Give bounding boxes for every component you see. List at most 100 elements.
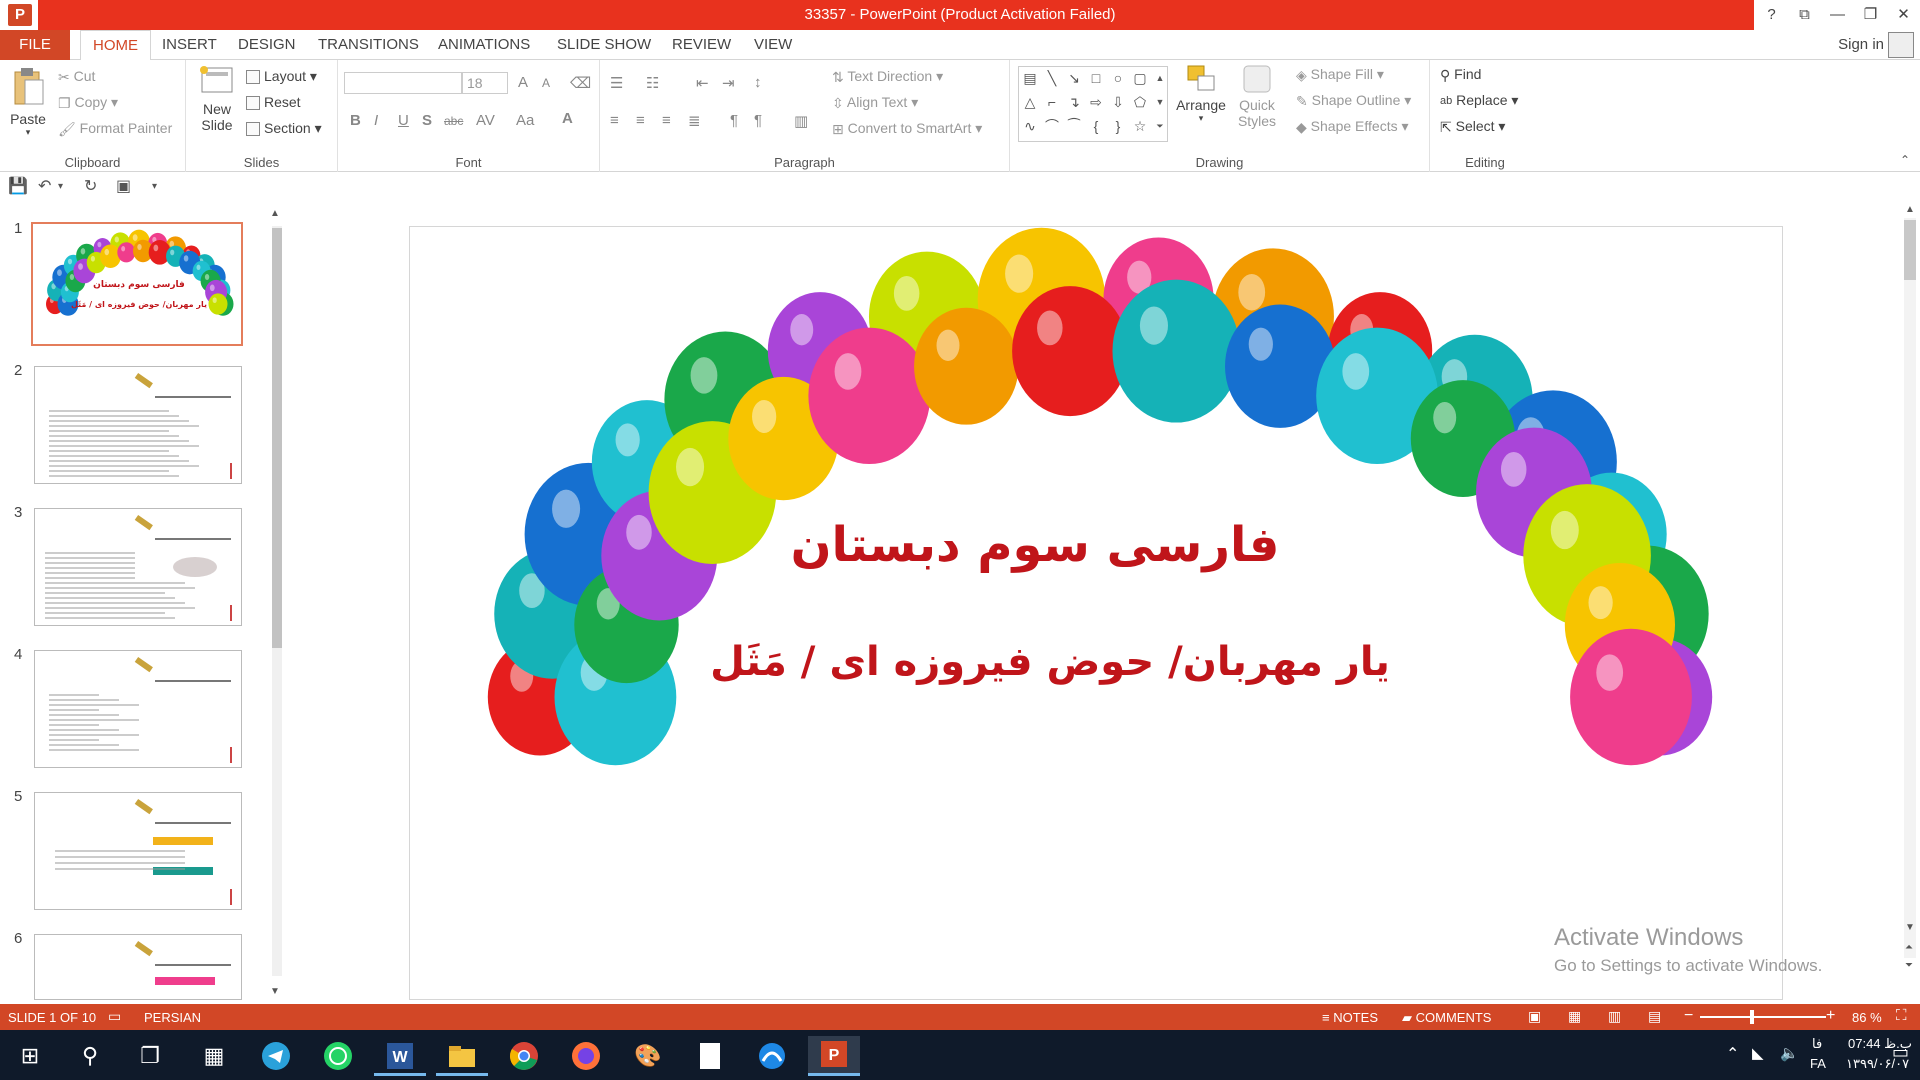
- clear-formatting-icon[interactable]: ⌫: [570, 74, 591, 92]
- task-view-icon[interactable]: ❐: [124, 1036, 176, 1076]
- search-icon[interactable]: ⚲: [64, 1036, 116, 1076]
- network-icon[interactable]: ◣: [1752, 1044, 1764, 1062]
- slide-thumbnail-2[interactable]: [34, 366, 242, 484]
- paint-icon[interactable]: 🎨: [622, 1036, 674, 1076]
- sign-in-link[interactable]: Sign in: [1838, 30, 1884, 60]
- bold-button[interactable]: B: [350, 112, 361, 129]
- undo-icon[interactable]: ↶: [38, 176, 51, 196]
- section-button[interactable]: Section ▾: [246, 120, 322, 137]
- strikethrough-button[interactable]: abc: [444, 114, 463, 128]
- select-button[interactable]: ⇱ Select ▾: [1440, 118, 1505, 136]
- oval-shape-icon[interactable]: ○: [1109, 69, 1127, 87]
- ribbon-display-options-icon[interactable]: ⧉: [1788, 0, 1821, 30]
- file-explorer-icon[interactable]: [436, 1036, 488, 1076]
- slide-title[interactable]: فارسی سوم دبستان: [740, 517, 1330, 573]
- reading-view-icon[interactable]: ▥: [1608, 1008, 1621, 1025]
- zoom-level[interactable]: 86 %: [1852, 1010, 1882, 1025]
- show-hidden-icons-icon[interactable]: ⌃: [1726, 1044, 1739, 1064]
- underline-button[interactable]: U: [398, 112, 409, 129]
- italic-button[interactable]: I: [374, 112, 378, 129]
- slideshow-view-icon[interactable]: ▤: [1648, 1008, 1661, 1025]
- pentagon-shape-icon[interactable]: ⬠: [1131, 93, 1149, 111]
- increase-indent-icon[interactable]: ⇥: [722, 74, 735, 92]
- new-slide-button[interactable]: New Slide: [194, 64, 240, 133]
- textbox-shape-icon[interactable]: ▤: [1021, 69, 1039, 87]
- comments-button[interactable]: ▰ COMMENTS: [1402, 1010, 1491, 1026]
- down-arrow-shape-icon[interactable]: ⇩: [1109, 93, 1127, 111]
- fit-slide-icon[interactable]: ⛶: [1896, 1007, 1907, 1024]
- slide-thumbnail-5[interactable]: [34, 792, 242, 910]
- copy-button[interactable]: ❐ Copy ▾: [58, 94, 118, 112]
- slide-thumbnail-3[interactable]: [34, 508, 242, 626]
- normal-view-icon[interactable]: ▣: [1528, 1008, 1541, 1025]
- layout-button[interactable]: Layout ▾: [246, 68, 317, 85]
- thumbnail-scrollbar[interactable]: ▲ ▼: [268, 206, 286, 1000]
- star-shape-icon[interactable]: ☆: [1131, 117, 1149, 135]
- arrow-line-shape-icon[interactable]: ↘: [1065, 69, 1083, 87]
- gallery-up-icon[interactable]: ▲: [1151, 69, 1169, 87]
- slide-thumbnail-4[interactable]: [34, 650, 242, 768]
- slide-scrollbar[interactable]: ▲ ▼ ⏶ ⏷: [1900, 200, 1920, 1000]
- calculator-icon[interactable]: ▦: [188, 1036, 240, 1076]
- tab-insert[interactable]: INSERT: [150, 30, 229, 60]
- tab-animations[interactable]: ANIMATIONS: [426, 30, 542, 60]
- notepad-icon[interactable]: [684, 1036, 736, 1076]
- paste-button[interactable]: Paste ▾: [6, 66, 50, 138]
- restore-icon[interactable]: ❐: [1854, 0, 1887, 30]
- shadow-button[interactable]: S: [422, 112, 432, 129]
- quick-styles-button[interactable]: Quick Styles: [1232, 64, 1282, 129]
- customize-qat-icon[interactable]: ▾: [152, 181, 157, 192]
- right-arrow-shape-icon[interactable]: ⇨: [1087, 93, 1105, 111]
- redo-icon[interactable]: ↻: [84, 176, 97, 196]
- tab-home[interactable]: HOME: [80, 30, 151, 61]
- font-name-combo[interactable]: [344, 72, 462, 94]
- replace-button[interactable]: ab Replace ▾: [1440, 92, 1518, 109]
- tab-design[interactable]: DESIGN: [226, 30, 308, 60]
- tab-transitions[interactable]: TRANSITIONS: [306, 30, 431, 60]
- scroll-up-icon[interactable]: ▲: [1905, 204, 1915, 215]
- columns-icon[interactable]: ▥: [794, 112, 808, 130]
- align-center-icon[interactable]: ≡: [636, 112, 645, 129]
- tab-file[interactable]: FILE: [0, 30, 70, 60]
- reset-button[interactable]: Reset: [246, 94, 301, 111]
- windows-start-icon[interactable]: ⊞: [4, 1036, 56, 1076]
- gallery-more-icon[interactable]: ⏷: [1151, 117, 1169, 135]
- freeform-shape-icon[interactable]: ∿: [1021, 117, 1039, 135]
- slide-sorter-icon[interactable]: ▦: [1568, 1008, 1581, 1025]
- telegram-icon[interactable]: [250, 1036, 302, 1076]
- avatar[interactable]: [1888, 32, 1914, 58]
- arrange-button[interactable]: Arrange ▾: [1176, 64, 1226, 124]
- triangle-shape-icon[interactable]: △: [1021, 93, 1039, 111]
- slide-counter[interactable]: SLIDE 1 OF 10: [8, 1010, 96, 1025]
- rounded-rect-shape-icon[interactable]: ▢: [1131, 69, 1149, 87]
- undo-dropdown-icon[interactable]: ▾: [58, 181, 63, 192]
- notifications-icon[interactable]: ▭: [1892, 1042, 1909, 1063]
- tab-view[interactable]: VIEW: [742, 30, 804, 60]
- zoom-in-button[interactable]: +: [1826, 1007, 1835, 1025]
- previous-slide-icon[interactable]: ⏶: [1905, 942, 1913, 953]
- align-right-icon[interactable]: ≡: [662, 112, 671, 129]
- whatsapp-icon[interactable]: [312, 1036, 364, 1076]
- minimize-icon[interactable]: —: [1821, 0, 1854, 30]
- zoom-out-button[interactable]: −: [1684, 1007, 1693, 1025]
- arc-shape-icon[interactable]: ⌒: [1043, 117, 1061, 135]
- align-text-button[interactable]: ⇳ Align Text ▾: [832, 94, 918, 112]
- powerpoint-taskbar-icon[interactable]: P: [808, 1036, 860, 1076]
- slide-thumbnail-6[interactable]: [34, 934, 242, 1000]
- collapse-ribbon-icon[interactable]: ⌃: [1900, 153, 1910, 167]
- slide-subtitle[interactable]: یار مهربان/ حوض فیروزه ای / مَثَل: [690, 639, 1410, 685]
- align-left-icon[interactable]: ≡: [610, 112, 619, 129]
- justify-icon[interactable]: ≣: [688, 112, 701, 130]
- save-icon[interactable]: 💾: [8, 176, 28, 196]
- font-color-button[interactable]: A: [562, 110, 573, 127]
- spell-check-icon[interactable]: ▭: [108, 1008, 121, 1025]
- scroll-thumb[interactable]: [1904, 220, 1916, 280]
- find-button[interactable]: ⚲ Find: [1440, 66, 1481, 84]
- input-language-persian[interactable]: فا: [1812, 1036, 1822, 1052]
- scroll-thumb[interactable]: [272, 228, 282, 648]
- rtl-icon[interactable]: ¶: [754, 112, 762, 129]
- slide-thumbnail-1[interactable]: فارسی سوم دبستان یار مهربان/ حوض فیروزه …: [31, 222, 243, 346]
- volume-icon[interactable]: 🔈: [1780, 1044, 1799, 1062]
- grow-font-button[interactable]: A: [518, 74, 528, 91]
- current-slide[interactable]: فارسی سوم دبستان یار مهربان/ حوض فیروزه …: [409, 226, 1783, 1000]
